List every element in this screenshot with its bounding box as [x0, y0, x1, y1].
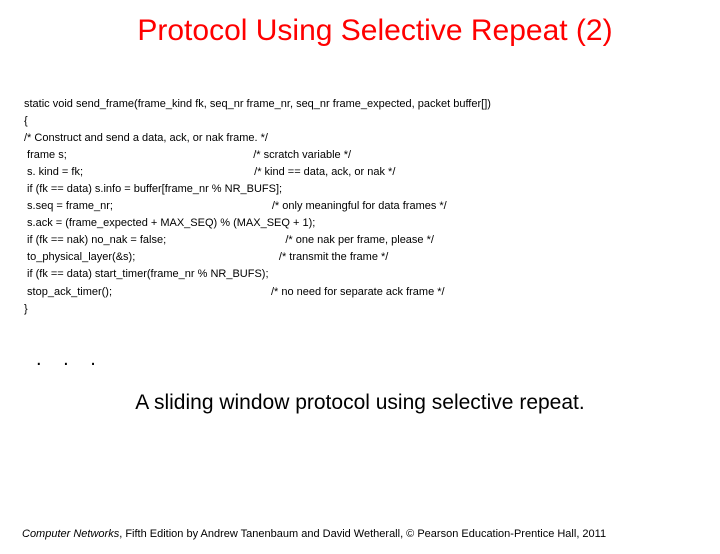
page-title: Protocol Using Selective Repeat (2)	[50, 14, 700, 48]
code-line: {	[24, 113, 720, 130]
footer-citation: Computer Networks, Fifth Edition by Andr…	[22, 528, 606, 540]
code-line: if (fk == data) start_timer(frame_nr % N…	[24, 266, 720, 283]
code-block: static void send_frame(frame_kind fk, se…	[24, 96, 720, 318]
ellipsis: . . .	[36, 348, 720, 371]
code-line: /* Construct and send a data, ack, or na…	[24, 130, 720, 147]
code-line: }	[24, 301, 720, 318]
code-line: s.seq = frame_nr; /* only meaningful for…	[24, 198, 720, 215]
footer-book-title: Computer Networks	[22, 528, 119, 540]
code-line: stop_ack_timer(); /* no need for separat…	[24, 284, 720, 301]
code-line: if (fk == nak) no_nak = false; /* one na…	[24, 232, 720, 249]
code-line: to_physical_layer(&s); /* transmit the f…	[24, 249, 720, 266]
code-line: if (fk == data) s.info = buffer[frame_nr…	[24, 181, 720, 198]
code-line: static void send_frame(frame_kind fk, se…	[24, 96, 720, 113]
code-line: s. kind = fk; /* kind == data, ack, or n…	[24, 164, 720, 181]
code-line: s.ack = (frame_expected + MAX_SEQ) % (MA…	[24, 215, 720, 232]
caption: A sliding window protocol using selectiv…	[0, 391, 720, 415]
footer-rest: , Fifth Edition by Andrew Tanenbaum and …	[119, 528, 606, 540]
code-line: frame s; /* scratch variable */	[24, 147, 720, 164]
